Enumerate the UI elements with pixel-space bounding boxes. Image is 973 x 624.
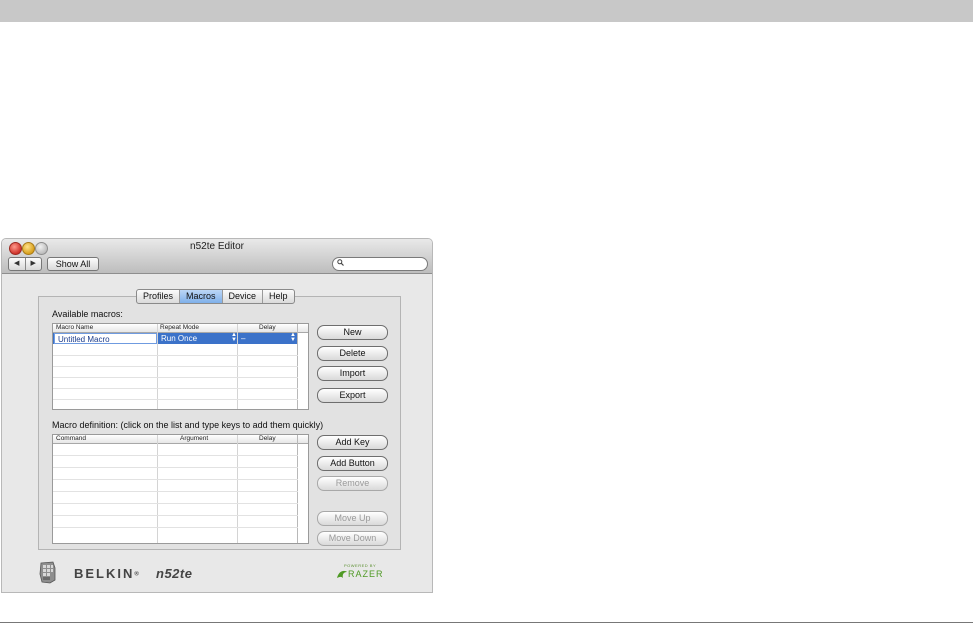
- row-divider: [53, 377, 298, 378]
- row-divider: [53, 388, 298, 389]
- repeat-mode-cell[interactable]: Run Once ▲ ▼: [158, 332, 238, 344]
- row-divider: [53, 467, 298, 468]
- macros-table-header: Macro Name Repeat Mode Delay: [53, 324, 308, 333]
- column-delay[interactable]: Delay: [259, 435, 276, 443]
- definition-table-header: Command Argument Delay: [53, 435, 308, 444]
- show-all-button[interactable]: Show All: [47, 257, 99, 271]
- add-button-button[interactable]: Add Button: [317, 456, 388, 471]
- row-divider: [53, 515, 298, 516]
- add-key-button[interactable]: Add Key: [317, 435, 388, 450]
- import-macro-button[interactable]: Import: [317, 366, 388, 381]
- back-forward-control: ◀ ▶: [8, 257, 42, 271]
- n52te-device-icon: [38, 560, 58, 584]
- repeat-mode-value: Run Once: [161, 334, 198, 343]
- remove-button[interactable]: Remove: [317, 476, 388, 491]
- move-down-button[interactable]: Move Down: [317, 531, 388, 546]
- move-up-button[interactable]: Move Up: [317, 511, 388, 526]
- column-repeat-mode[interactable]: Repeat Mode: [160, 324, 199, 332]
- forward-arrow-icon[interactable]: ▶: [24, 258, 42, 270]
- row-divider: [53, 479, 298, 480]
- column-argument[interactable]: Argument: [180, 435, 208, 443]
- available-macros-label: Available macros:: [52, 309, 123, 319]
- window-title: n52te Editor: [190, 241, 244, 252]
- belkin-logo: BELKIN®: [74, 566, 139, 581]
- new-macro-button[interactable]: New: [317, 325, 388, 340]
- export-macro-button[interactable]: Export: [317, 388, 388, 403]
- row-divider: [53, 503, 298, 504]
- macro-name-cell[interactable]: Untitled Macro: [54, 333, 157, 344]
- top-banner: [0, 0, 973, 22]
- back-arrow-icon[interactable]: ◀: [9, 258, 25, 270]
- tab-device[interactable]: Device: [221, 290, 263, 303]
- column-macro-name[interactable]: Macro Name: [56, 324, 93, 332]
- definition-table[interactable]: Command Argument Delay: [52, 434, 309, 544]
- macros-table[interactable]: Macro Name Repeat Mode Delay Untitled Ma…: [52, 323, 309, 410]
- razer-logo: RAZER: [348, 569, 384, 579]
- registered-mark: ®: [134, 571, 139, 578]
- tab-bar: Profiles Macros Device Help: [136, 289, 295, 304]
- delay-stepper-icon[interactable]: ▲ ▼: [290, 332, 296, 343]
- razer-snake-icon: [336, 567, 348, 585]
- delay-value: –: [241, 334, 246, 343]
- bottom-rule: [0, 622, 973, 623]
- row-divider: [53, 399, 298, 400]
- row-divider: [53, 455, 298, 456]
- delete-macro-button[interactable]: Delete: [317, 346, 388, 361]
- tab-macros[interactable]: Macros: [179, 290, 222, 303]
- belkin-wordmark: BELKIN: [74, 566, 135, 581]
- title-bar: n52te Editor ◀ ▶ Show All: [2, 239, 432, 274]
- app-window: n52te Editor ◀ ▶ Show All Profiles Macro…: [1, 238, 433, 593]
- row-divider: [53, 366, 298, 367]
- powered-by-label: POWERED BY: [344, 563, 377, 568]
- column-command[interactable]: Command: [56, 435, 86, 443]
- search-input[interactable]: [347, 258, 423, 270]
- row-divider: [53, 355, 298, 356]
- macro-definition-label: Macro definition: (click on the list and…: [52, 420, 324, 430]
- delay-cell[interactable]: – ▲ ▼: [238, 332, 298, 344]
- search-field[interactable]: [332, 257, 428, 271]
- n52te-logo: n52te: [156, 566, 193, 581]
- row-divider: [53, 527, 298, 528]
- tab-profiles[interactable]: Profiles: [137, 290, 179, 303]
- row-divider: [53, 491, 298, 492]
- column-delay[interactable]: Delay: [259, 324, 276, 332]
- tab-help[interactable]: Help: [262, 290, 294, 303]
- search-icon: [337, 258, 344, 270]
